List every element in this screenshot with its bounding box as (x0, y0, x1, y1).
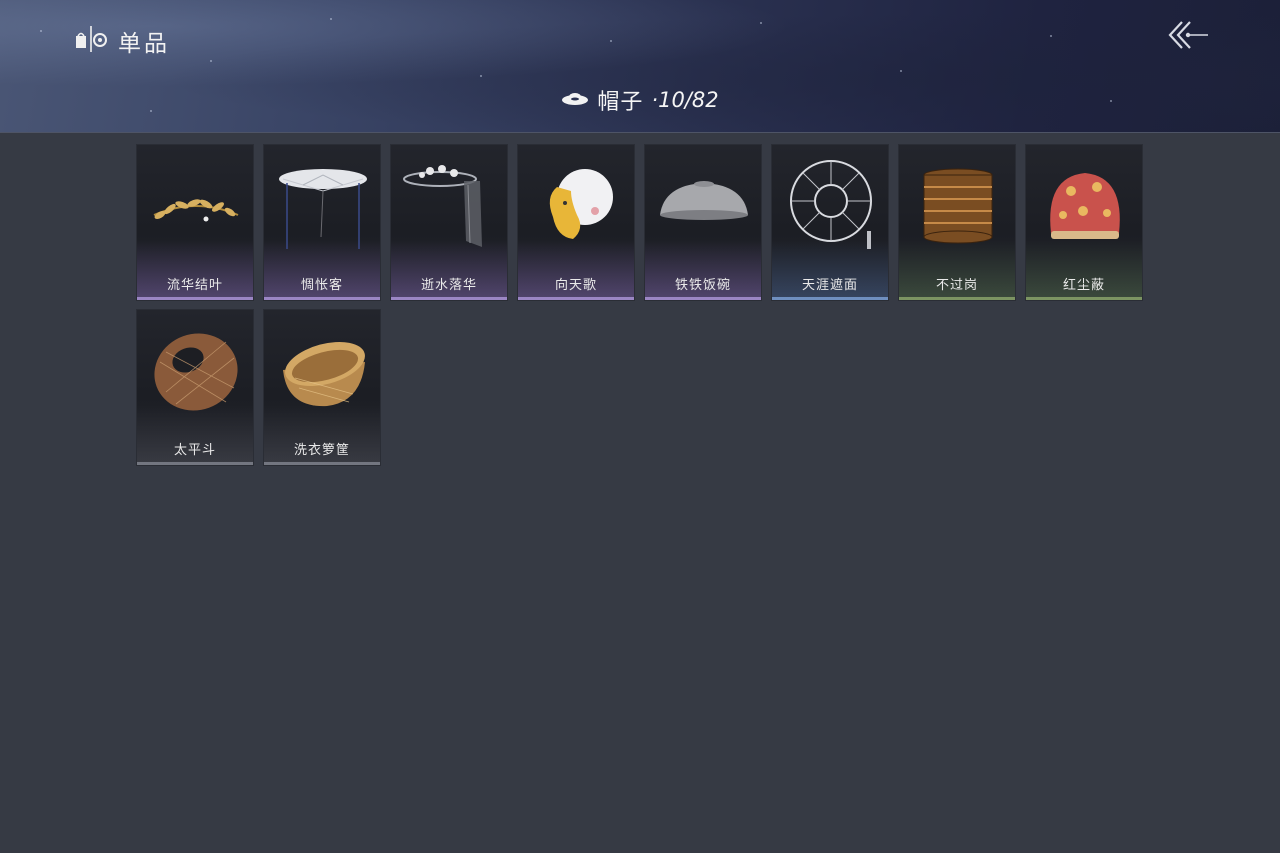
golden-leaf-crown-icon (153, 199, 239, 222)
red-cloth-cap-icon (1050, 173, 1120, 239)
back-arrow-icon (1168, 21, 1208, 49)
page-heading: 单品 (74, 24, 170, 58)
wardrobe-icon (74, 24, 108, 58)
iron-bowl-hat-icon (660, 181, 748, 220)
category-header: 帽子 ·10/82 (0, 84, 1280, 116)
item-name: 向天歌 (554, 278, 597, 293)
item-card[interactable]: 流华结叶 (136, 144, 254, 301)
item-name: 太平斗 (173, 443, 216, 458)
back-button[interactable] (1166, 18, 1212, 52)
flower-hat-with-veil-icon (403, 165, 482, 247)
item-name: 红尘蔽 (1062, 278, 1105, 293)
item-card[interactable]: 太平斗 (136, 309, 254, 466)
woven-ring-hat-icon (154, 333, 238, 411)
item-card[interactable]: 天涯遮面 (771, 144, 889, 301)
top-banner: 单品 帽子 ·10/82 (0, 0, 1280, 133)
item-card[interactable]: 不过岗 (898, 144, 1016, 301)
item-card[interactable]: 洗衣箩筐 (263, 309, 381, 466)
category-label: 帽子 (597, 90, 644, 115)
item-name: 流华结叶 (166, 278, 223, 293)
stacked-bowls-hat-icon (923, 168, 993, 244)
item-card[interactable]: 铁铁饭碗 (644, 144, 762, 301)
wicker-basket-hat-icon (283, 341, 365, 407)
wire-frame-hat-icon (790, 160, 872, 249)
goose-hat-icon (549, 169, 613, 239)
page-title: 单品 (118, 31, 170, 57)
hat-icon (561, 89, 589, 111)
item-name: 逝水落华 (420, 278, 477, 293)
item-grid: 流华结叶 惆怅客 逝水落华 向天歌 铁铁饭碗 天涯遮面 不过岗 红尘蔽 太平斗 … (136, 144, 1146, 466)
item-name: 不过岗 (935, 278, 978, 293)
veiled-hat-icon (279, 169, 367, 249)
item-card[interactable]: 逝水落华 (390, 144, 508, 301)
collection-count: ·10/82 (651, 88, 719, 112)
item-name: 天涯遮面 (801, 278, 858, 293)
item-name: 惆怅客 (300, 278, 343, 293)
item-card[interactable]: 向天歌 (517, 144, 635, 301)
item-name: 铁铁饭碗 (674, 278, 731, 293)
item-card[interactable]: 惆怅客 (263, 144, 381, 301)
item-card[interactable]: 红尘蔽 (1025, 144, 1143, 301)
item-name: 洗衣箩筐 (293, 443, 350, 458)
